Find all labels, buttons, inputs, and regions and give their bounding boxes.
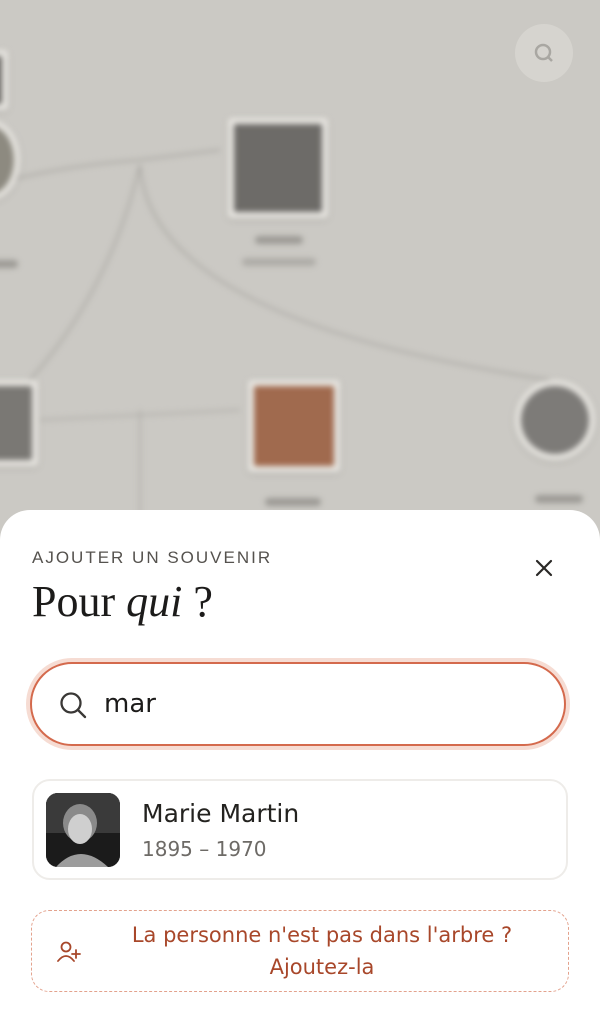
add-person-line1: La personne n'est pas dans l'arbre ?	[131, 923, 513, 947]
add-person-line2: Ajoutez-la	[269, 955, 375, 979]
tree-lines	[9, 149, 551, 520]
person-avatar	[46, 793, 120, 867]
tree-photo	[248, 380, 340, 472]
title-prefix: Pour	[32, 577, 127, 626]
close-button[interactable]	[526, 550, 562, 586]
tree-photo	[0, 380, 38, 466]
tree-photo	[0, 50, 8, 110]
search-result-item[interactable]: Marie Martin 1895 – 1970	[32, 779, 568, 880]
tree-photo	[515, 380, 595, 460]
search-input[interactable]	[104, 684, 524, 724]
title-suffix: ?	[182, 577, 213, 626]
person-search-field[interactable]	[30, 662, 566, 746]
add-person-label: La personne n'est pas dans l'arbre ? Ajo…	[102, 919, 542, 983]
tree-photo	[228, 118, 328, 218]
close-icon	[535, 559, 553, 577]
add-user-icon	[57, 941, 81, 962]
sheet-eyebrow: AJOUTER UN SOUVENIR	[32, 548, 273, 567]
person-name: Marie Martin	[142, 799, 300, 828]
sheet-title: Pour qui ?	[32, 576, 213, 627]
person-dates: 1895 – 1970	[142, 837, 267, 861]
add-person-button[interactable]: La personne n'est pas dans l'arbre ? Ajo…	[31, 910, 569, 992]
title-emphasis: qui	[126, 577, 183, 626]
add-memory-sheet: AJOUTER UN SOUVENIR Pour qui ? Marie Mar…	[0, 510, 600, 1022]
background-search-icon	[515, 24, 573, 82]
tree-background	[0, 0, 600, 560]
search-icon	[60, 692, 87, 719]
